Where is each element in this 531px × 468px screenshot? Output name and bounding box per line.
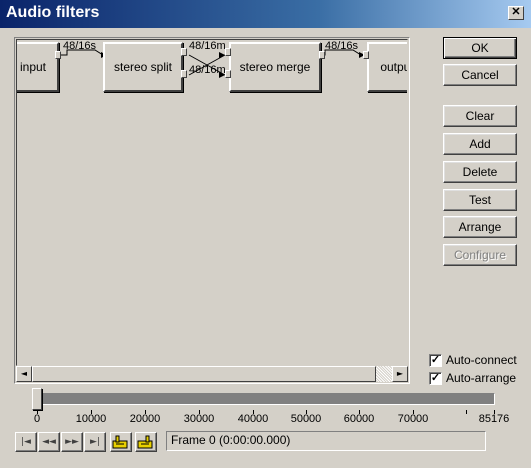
mark-in-icon[interactable] bbox=[110, 432, 132, 452]
ok-button[interactable]: OK bbox=[443, 37, 517, 59]
filter-graph-area[interactable]: input stereo split stereo merge output 4… bbox=[16, 39, 408, 366]
title-bar: Audio filters ✕ bbox=[0, 0, 531, 28]
checkmark-icon[interactable]: ✓ bbox=[429, 353, 442, 367]
window-title: Audio filters bbox=[6, 4, 100, 21]
filter-graph-canvas[interactable]: input stereo split stereo merge output 4… bbox=[14, 37, 410, 384]
input-pin[interactable] bbox=[225, 48, 231, 56]
timeline-track[interactable] bbox=[36, 393, 495, 405]
configure-button[interactable]: Configure bbox=[443, 244, 517, 266]
timeline-tick-label: 60000 bbox=[343, 413, 375, 425]
start-icon[interactable]: |◄ bbox=[15, 432, 37, 452]
timeline-slider-thumb[interactable] bbox=[32, 388, 42, 410]
end-icon[interactable]: ►| bbox=[84, 432, 106, 452]
timeline-tick-label: 85176 bbox=[478, 413, 510, 425]
arrange-button[interactable]: Arrange bbox=[443, 216, 517, 238]
output-pin[interactable] bbox=[55, 51, 61, 59]
timeline-tick bbox=[466, 410, 467, 414]
filter-node-label: input bbox=[19, 60, 47, 74]
timeline-tick-label: 70000 bbox=[397, 413, 429, 425]
add-button[interactable]: Add bbox=[443, 133, 517, 155]
filter-node-label: output bbox=[380, 60, 407, 74]
mark-out-icon bbox=[137, 435, 153, 449]
input-pin[interactable] bbox=[225, 70, 231, 78]
filter-node-input[interactable]: input bbox=[17, 42, 59, 92]
connection-format-label: 48/16m bbox=[189, 64, 226, 76]
close-icon[interactable]: ✕ bbox=[508, 6, 524, 20]
filter-node-output[interactable]: output bbox=[367, 42, 407, 92]
test-button[interactable]: Test bbox=[443, 189, 517, 211]
auto-arrange-checkbox[interactable]: ✓ Auto-arrange bbox=[429, 371, 516, 385]
connection-format-label: 48/16s bbox=[325, 40, 359, 52]
mark-in-icon bbox=[112, 435, 128, 449]
auto-connect-label: Auto-connect bbox=[446, 353, 517, 367]
filter-node-stereo-split[interactable]: stereo split bbox=[103, 42, 183, 92]
filter-node-label: stereo split bbox=[113, 60, 173, 74]
scroll-right-icon[interactable]: ► bbox=[392, 366, 408, 382]
timeline-tick-label: 20000 bbox=[129, 413, 161, 425]
horizontal-scrollbar[interactable]: ◄ ► bbox=[16, 366, 408, 382]
frame-status-field: Frame 0 (0:00:00.000) bbox=[166, 431, 486, 451]
output-pin[interactable] bbox=[181, 70, 187, 78]
auto-connect-checkbox[interactable]: ✓ Auto-connect bbox=[429, 353, 517, 367]
filter-node-label: stereo merge bbox=[239, 60, 311, 74]
scroll-left-icon[interactable]: ◄ bbox=[16, 366, 32, 382]
delete-button[interactable]: Delete bbox=[443, 161, 517, 183]
filter-node-stereo-merge[interactable]: stereo merge bbox=[229, 42, 321, 92]
timeline-tick-label: 10000 bbox=[75, 413, 107, 425]
cancel-button[interactable]: Cancel bbox=[443, 64, 517, 86]
timeline-tick-label: 40000 bbox=[237, 413, 269, 425]
prev-keyframe-icon[interactable]: ◄◄ bbox=[38, 432, 60, 452]
connection-format-label: 48/16m bbox=[189, 40, 226, 52]
next-keyframe-icon[interactable]: ►► bbox=[61, 432, 83, 452]
input-pin[interactable] bbox=[363, 51, 369, 59]
connection-lines bbox=[61, 49, 365, 78]
timeline-tick-label: 30000 bbox=[183, 413, 215, 425]
clear-button[interactable]: Clear bbox=[443, 105, 517, 127]
output-pin[interactable] bbox=[319, 51, 325, 59]
timeline-tick-label: 0 bbox=[33, 413, 41, 425]
scrollbar-thumb[interactable] bbox=[32, 366, 376, 382]
auto-arrange-label: Auto-arrange bbox=[446, 371, 517, 385]
mark-out-icon[interactable] bbox=[135, 432, 157, 452]
timeline-tick-label: 50000 bbox=[290, 413, 322, 425]
checkmark-icon[interactable]: ✓ bbox=[429, 371, 442, 385]
output-pin[interactable] bbox=[181, 48, 187, 56]
connection-format-label: 48/16s bbox=[63, 40, 97, 52]
